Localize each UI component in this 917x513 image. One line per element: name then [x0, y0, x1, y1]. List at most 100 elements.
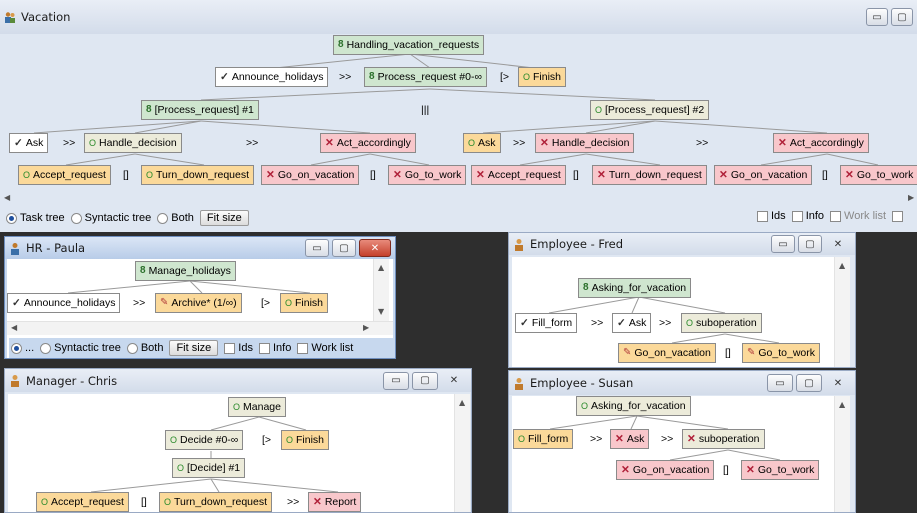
scroll-up-icon[interactable]: ▲ [459, 398, 465, 407]
node-go-on-vacation[interactable]: ✕ Go_on_vacation [616, 460, 715, 480]
person-icon [515, 238, 523, 251]
node-decide[interactable]: O Decide #0-∞ [165, 430, 244, 450]
minimize-button[interactable]: ▭ [305, 239, 329, 257]
node-ask-1[interactable]: ✓ Ask [9, 133, 49, 153]
node-asking-for-vacation[interactable]: O Asking_for_vacation [576, 396, 691, 416]
fred-title-bar[interactable]: Employee - Fred ▭ ▢ ✕ [509, 233, 855, 255]
node-ask[interactable]: ✕ Ask [610, 429, 650, 449]
vertical-scrollbar[interactable]: ▲ ▼ [373, 259, 389, 321]
node-announce-holidays[interactable]: ✓ Announce_holidays [215, 67, 329, 87]
node-accept-request-1[interactable]: O Accept_request [18, 165, 111, 185]
maximize-button[interactable]: ▢ [798, 235, 822, 253]
vacation-title-bar[interactable]: Vacation ▭ ▢ [0, 0, 917, 34]
node-ask-2[interactable]: O Ask [463, 133, 501, 153]
node-finish[interactable]: O Finish [281, 430, 330, 450]
vertical-scrollbar[interactable]: ▲ [834, 257, 850, 367]
minimize-button[interactable]: ▭ [771, 235, 795, 253]
node-go-to-work[interactable]: ✎ Go_to_work [742, 343, 821, 363]
vertical-scrollbar[interactable]: ▲ [834, 396, 850, 512]
scroll-right-icon[interactable]: ▶ [908, 193, 914, 202]
minimize-button[interactable]: ▭ [383, 371, 409, 390]
person-icon [11, 242, 19, 255]
node-go-to-work-2[interactable]: ✕ Go_to_work [840, 165, 917, 185]
node-turn-down-request[interactable]: O Turn_down_request [159, 492, 273, 512]
close-button[interactable]: ✕ [825, 235, 851, 253]
node-report[interactable]: ✕ Report [308, 492, 362, 512]
vacation-tree-area: 8 Handling_vacation_requests ✓ Announce_ho… [0, 34, 917, 232]
info-checkbox[interactable]: Info [791, 210, 824, 222]
node-go-on-vacation-2[interactable]: ✕ Go_on_vacation [714, 165, 813, 185]
horizontal-scrollbar[interactable]: ◀ ▶ [7, 321, 393, 335]
close-button[interactable]: ✕ [825, 374, 851, 392]
syntactic-tree-radio[interactable]: Syntactic tree [40, 342, 121, 354]
fit-size-button[interactable]: Fit size [199, 210, 249, 226]
operator-enable: >> [659, 317, 672, 329]
maximize-button[interactable]: ▢ [891, 8, 913, 26]
scroll-up-icon[interactable]: ▲ [839, 400, 845, 409]
task-tree-radio[interactable]: ... [11, 342, 34, 354]
scroll-down-icon[interactable]: ▼ [378, 307, 384, 316]
node-fill-form[interactable]: O Fill_form [513, 429, 574, 449]
node-accept-request[interactable]: O Accept_request [36, 492, 129, 512]
scroll-right-icon[interactable]: ▶ [363, 323, 369, 332]
node-process-request[interactable]: 8 Process_request #0-∞ [364, 67, 487, 87]
node-go-to-work-1[interactable]: ✕ Go_to_work [388, 165, 467, 185]
fred-tree-area: 8 Asking_for_vacation ✓ Fill_form >> ✓ Ask … [512, 257, 850, 367]
susan-title-bar[interactable]: Employee - Susan ▭ ▢ ✕ [509, 371, 855, 395]
scroll-left-icon[interactable]: ◀ [11, 323, 17, 332]
node-manage-holidays[interactable]: 8 Manage_holidays [135, 261, 236, 281]
window-title: Manager - Chris [26, 373, 118, 388]
vacation-options-bar: Ids Info Work list [757, 210, 904, 222]
ids-checkbox[interactable]: Ids [757, 210, 786, 222]
task-tree-radio[interactable]: Task tree [6, 212, 65, 224]
node-turn-down-request-2[interactable]: ✕ Turn_down_request [592, 165, 707, 185]
scroll-up-icon[interactable]: ▲ [378, 263, 384, 272]
info-checkbox[interactable]: Info [258, 342, 291, 354]
node-finish[interactable]: O Finish [518, 67, 567, 87]
node-process-request-2[interactable]: O [Process_request] #2 [590, 100, 710, 120]
ids-checkbox[interactable]: Ids [224, 342, 253, 354]
node-finish[interactable]: O Finish [280, 293, 329, 313]
node-process-request-1[interactable]: 8 [Process_request] #1 [141, 100, 259, 120]
node-announce-holidays[interactable]: ✓ Announce_holidays [7, 293, 121, 313]
node-suboperation[interactable]: ✕ suboperation [682, 429, 765, 449]
node-act-accordingly-2[interactable]: ✕ Act_accordingly [773, 133, 869, 153]
node-handling-vacation-requests[interactable]: 8 Handling_vacation_requests [333, 35, 485, 55]
checkbox-icon[interactable] [892, 210, 904, 222]
fit-size-button[interactable]: Fit size [169, 340, 219, 356]
checkbox-icon [830, 210, 842, 222]
maximize-button[interactable]: ▢ [332, 239, 356, 257]
maximize-button[interactable]: ▢ [412, 371, 438, 390]
node-accept-request-2[interactable]: ✕ Accept_request [471, 165, 566, 185]
node-act-accordingly-1[interactable]: ✕ Act_accordingly [320, 133, 416, 153]
node-go-on-vacation-1[interactable]: ✕ Go_on_vacation [261, 165, 360, 185]
node-turn-down-request-1[interactable]: O Turn_down_request [141, 165, 255, 185]
work-list-checkbox[interactable]: Work list [830, 210, 886, 222]
maximize-button[interactable]: ▢ [796, 374, 822, 392]
node-handle-decision-2[interactable]: ✕ Handle_decision [535, 133, 635, 153]
close-button[interactable]: ✕ [359, 239, 391, 257]
hr-title-bar[interactable]: HR - Paula ▭ ▢ ✕ [5, 237, 395, 259]
chris-title-bar[interactable]: Manager - Chris ▭ ▢ ✕ [5, 369, 471, 392]
both-radio[interactable]: Both [157, 212, 194, 224]
both-radio[interactable]: Both [126, 342, 163, 354]
minimize-button[interactable]: ▭ [767, 374, 793, 392]
scroll-left-icon[interactable]: ◀ [4, 193, 10, 202]
node-manage[interactable]: O Manage [228, 397, 286, 417]
close-button[interactable]: ✕ [441, 372, 467, 390]
node-archive[interactable]: ✎ Archive* (1/∞) [155, 293, 242, 313]
syntactic-tree-radio[interactable]: Syntactic tree [70, 212, 151, 224]
minimize-button[interactable]: ▭ [866, 8, 888, 26]
horizontal-scrollbar[interactable]: ◀ ▶ [0, 192, 917, 206]
work-list-checkbox[interactable]: Work list [297, 342, 353, 354]
node-ask[interactable]: ✓ Ask [612, 313, 652, 333]
node-suboperation[interactable]: Osuboperation [681, 313, 762, 333]
scroll-up-icon[interactable]: ▲ [839, 261, 845, 270]
node-handle-decision-1[interactable]: O Handle_decision [84, 133, 182, 153]
node-fill-form[interactable]: ✓ Fill_form [515, 313, 578, 333]
node-go-to-work[interactable]: ✕ Go_to_work [741, 460, 820, 480]
node-decide-1[interactable]: O [Decide] #1 [172, 458, 246, 478]
node-go-on-vacation[interactable]: ✎ Go_on_vacation [618, 343, 716, 363]
node-asking-for-vacation[interactable]: 8 Asking_for_vacation [578, 278, 692, 298]
vertical-scrollbar[interactable]: ▲ [454, 394, 470, 512]
